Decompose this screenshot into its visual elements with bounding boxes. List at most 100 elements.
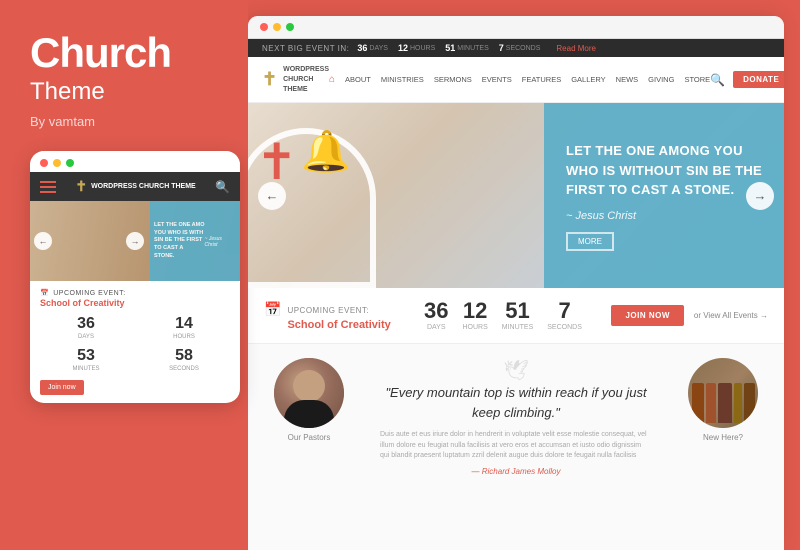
mobile-logo: ✝ WORDPRESS CHURCH THEME (75, 178, 195, 195)
mobile-event-section: 📅 UPCOMING EVENT: School of Creativity 3… (30, 281, 240, 403)
event-hours-num: 12 (462, 300, 487, 322)
book-1 (692, 383, 704, 423)
donate-button[interactable]: Donate (733, 71, 784, 88)
quote-section: 🕊 "Every mountain top is within reach if… (370, 358, 662, 476)
hero-quote-text: LET THE ONE AMONG YOU WHO IS WITHOUT SIN… (566, 141, 762, 200)
nav-ministries[interactable]: MINISTRIES (381, 75, 424, 84)
event-seconds-num: 7 (547, 300, 582, 322)
hero-more-button[interactable]: MORE (566, 232, 614, 251)
nav-store[interactable]: STORE (684, 75, 710, 84)
right-panel: NEXT BIG EVENT IN: 36 DAYS 12 HOURS 51 M… (248, 16, 784, 550)
book-3 (718, 383, 732, 423)
nav-about[interactable]: ABOUT (345, 75, 371, 84)
desktop-search-icon[interactable]: 🔍 (710, 73, 725, 87)
event-seconds-item: 7 SECONDS (547, 300, 582, 331)
pastor-avatar (274, 358, 344, 428)
left-title: Church (30, 30, 228, 76)
event-days-item: 36 DAYS (424, 300, 448, 331)
hero-bell-icon: 🔔 (301, 128, 351, 175)
desktop-bottom-section: Our Pastors 🕊 "Every mountain top is wit… (248, 344, 784, 550)
mobile-search-icon[interactable]: 🔍 (215, 180, 230, 194)
nav-events[interactable]: EVENTS (482, 75, 512, 84)
event-banner-more-link[interactable]: Read More (556, 44, 596, 53)
left-by: By vamtam (30, 114, 228, 129)
event-banner-countdown: 36 DAYS 12 HOURS 51 MINUTES 7 SECONDS (357, 43, 540, 53)
event-countdown: 36 DAYS 12 HOURS 51 MINUTES 7 SECONDS (424, 300, 582, 331)
event-label-content: UPCOMING EVENT: School of Creativity (287, 300, 390, 331)
banner-hours-unit: HOURS (410, 45, 435, 52)
left-panel: Church Theme By vamtam ✝ WORDPRESS CHURC… (0, 0, 248, 550)
mobile-days-label: DAYS (40, 334, 132, 340)
main-quote-text: "Every mountain top is within reach if y… (380, 383, 652, 422)
hero-arrow-right[interactable]: → (746, 182, 774, 210)
mobile-hero-arrow-right[interactable]: → (126, 232, 144, 250)
mobile-countdown: 36 DAYS 14 HOURS (40, 316, 230, 340)
join-button[interactable]: Join now (611, 305, 683, 326)
dove-icon: 🕊 (503, 360, 528, 382)
mobile-join-button[interactable]: Join now (40, 380, 84, 395)
desktop-logo-cross-icon: ✝ (262, 69, 277, 90)
mobile-minutes-box: 53 MINUTES (40, 348, 132, 372)
quote-body-text: Duis aute et eus iriure dolor in hendrer… (380, 430, 652, 462)
banner-days-unit: DAYS (369, 45, 388, 52)
mobile-seconds-box: 58 SECONDS (138, 348, 230, 372)
nav-home-icon[interactable]: ⌂ (329, 74, 335, 85)
event-name-link[interactable]: School of Creativity (287, 319, 390, 331)
mobile-hero-arrow-left[interactable]: ← (34, 232, 52, 250)
pastor-face (293, 370, 325, 402)
mobile-days-box: 36 DAYS (40, 316, 132, 340)
hamburger-icon[interactable] (40, 181, 56, 193)
dot-yellow (53, 159, 61, 167)
desktop-nav: ✝ WORDPRESS CHURCH THEME ⌂ ABOUT MINISTR… (248, 57, 784, 103)
banner-minutes-item: 51 MINUTES (445, 43, 489, 53)
hero-arrow-left[interactable]: ← (258, 182, 286, 210)
mobile-calendar-icon: 📅 (40, 289, 49, 297)
banner-seconds-unit: SECONDS (506, 45, 541, 52)
pastor-section: Our Pastors (264, 358, 354, 442)
desktop-dot-yellow (273, 23, 281, 31)
nav-gallery[interactable]: GALLERY (571, 75, 605, 84)
dove-decoration: 🕊 (380, 358, 652, 383)
mobile-days-num: 36 (40, 316, 132, 332)
mobile-quote-text: LET THE ONE AMOYOU WHO IS WITHSIN BE THE… (154, 222, 205, 260)
pastor-label: Our Pastors (288, 433, 331, 442)
banner-minutes-unit: MINUTES (457, 45, 489, 52)
event-minutes-num: 51 (502, 300, 534, 322)
nav-giving[interactable]: GIVING (648, 75, 674, 84)
books-inner (688, 358, 758, 428)
desktop-titlebar (248, 16, 784, 39)
event-minutes-item: 51 MINUTES (502, 300, 534, 331)
banner-hours-num: 12 (398, 43, 408, 53)
mobile-seconds-num: 58 (138, 348, 230, 364)
mobile-logo-cross-icon: ✝ (75, 178, 87, 195)
mobile-preview-card: ✝ WORDPRESS CHURCH THEME 🔍 ← LET THE ONE… (30, 151, 240, 403)
desktop-logo-text: WORDPRESS CHURCH THEME (283, 65, 329, 94)
left-subtitle: Theme (30, 78, 228, 106)
nav-features[interactable]: FEATURES (522, 75, 561, 84)
event-banner-label: NEXT BIG EVENT IN: (262, 44, 349, 53)
desktop-dot-green (286, 23, 294, 31)
mobile-minutes-num: 53 (40, 348, 132, 364)
nav-news[interactable]: NEWS (616, 75, 639, 84)
pastor-body (284, 400, 334, 428)
nav-sermons[interactable]: SERMONS (434, 75, 472, 84)
mobile-hero-quote-box: LET THE ONE AMOYOU WHO IS WITHSIN BE THE… (150, 201, 240, 281)
quote-attribution: — Richard James Molloy (380, 467, 652, 476)
mobile-event-name[interactable]: School of Creativity (40, 298, 230, 308)
upcoming-label-text: UPCOMING EVENT: (287, 306, 369, 315)
view-all-link[interactable]: or View All Events → (694, 311, 768, 320)
banner-hours-item: 12 HOURS (398, 43, 435, 53)
mobile-countdown-2: 53 MINUTES 58 SECONDS (40, 348, 230, 372)
event-minutes-label: MINUTES (502, 324, 534, 331)
mobile-hours-label: HOURS (138, 334, 230, 340)
hero-quote-author: ~ Jesus Christ (566, 210, 636, 222)
mobile-hours-box: 14 HOURS (138, 316, 230, 340)
event-days-num: 36 (424, 300, 448, 322)
desktop-hero: ✝ 🔔 ← LET THE ONE AMONG YOU WHO IS WITHO… (248, 103, 784, 288)
event-actions: Join now or View All Events → (611, 305, 768, 326)
mobile-hero: ← LET THE ONE AMOYOU WHO IS WITHSIN BE T… (30, 201, 240, 281)
event-label-section: 📅 UPCOMING EVENT: School of Creativity (264, 300, 404, 331)
desktop-logo: ✝ WORDPRESS CHURCH THEME (262, 65, 329, 94)
mobile-upcoming-label: 📅 UPCOMING EVENT: (40, 289, 230, 297)
books-image (688, 358, 758, 428)
